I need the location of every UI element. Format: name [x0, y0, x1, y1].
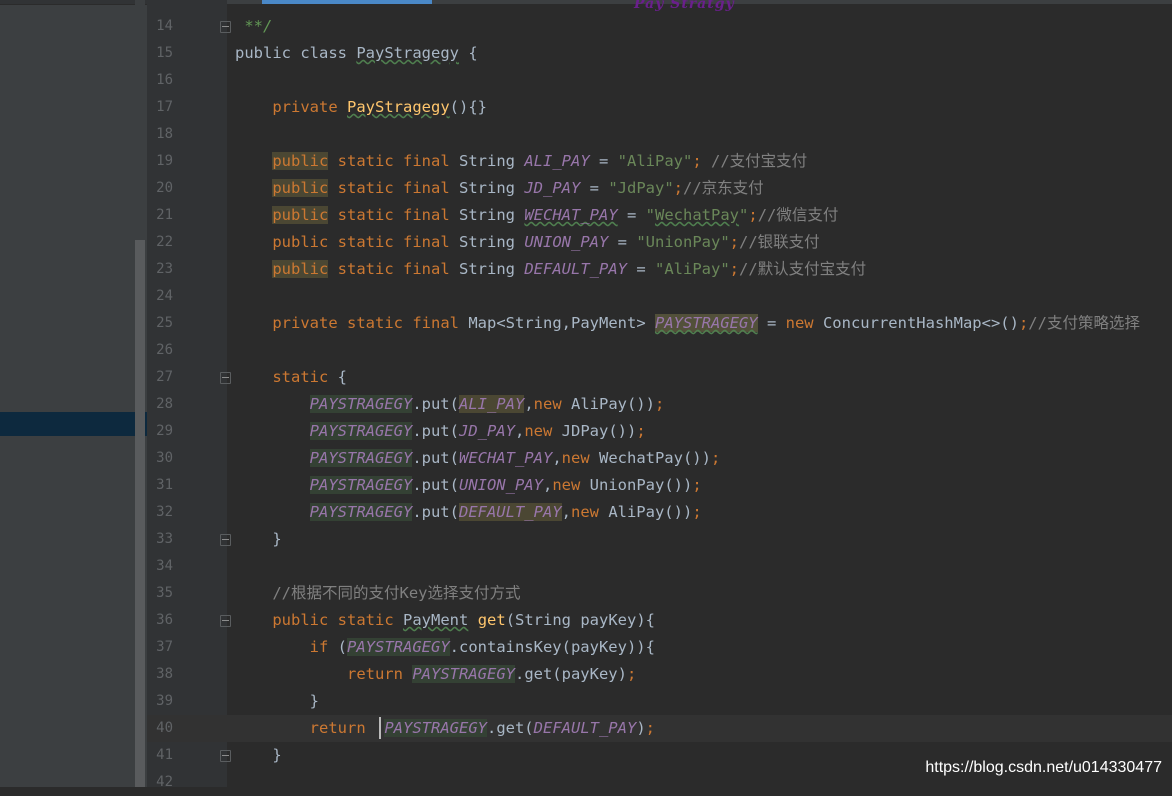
line-number: 28	[156, 396, 173, 412]
code-line[interactable]: 15 public class PayStragegy {	[147, 40, 1172, 67]
code-text: public static PayMent get(String payKey)…	[272, 611, 655, 629]
code-text: static {	[272, 368, 347, 386]
code-text: //根据不同的支付Key选择支付方式	[272, 584, 521, 602]
code-line[interactable]: 16	[147, 67, 1172, 94]
line-number: 25	[156, 315, 173, 331]
logo-watermark: Pay Stratgy	[634, 0, 735, 12]
code-line[interactable]: 27 static {	[147, 364, 1172, 391]
fold-marker-icon[interactable]	[220, 615, 231, 627]
code-text: public static final String DEFAULT_PAY =…	[272, 260, 867, 278]
code-text: private static final Map<String,PayMent>…	[272, 314, 1140, 332]
active-tab-indicator[interactable]	[262, 0, 432, 4]
code-line[interactable]: 22 public static final String UNION_PAY …	[147, 229, 1172, 256]
line-number: 24	[156, 288, 173, 304]
code-text: public static final String JD_PAY = "JdP…	[272, 179, 764, 197]
code-line[interactable]: 21 public static final String WECHAT_PAY…	[147, 202, 1172, 229]
code-line[interactable]: 40 return PAYSTRAGEGY.get(DEFAULT_PAY);	[147, 715, 1172, 742]
line-number: 37	[156, 639, 173, 655]
line-number: 36	[156, 612, 173, 628]
code-text: public static final String ALI_PAY = "Al…	[272, 152, 808, 170]
code-line[interactable]: 37 if (PAYSTRAGEGY.containsKey(payKey)){	[147, 634, 1172, 661]
line-number: 41	[156, 747, 173, 763]
code-text: PAYSTRAGEGY.put(JD_PAY,new JDPay());	[309, 422, 646, 440]
sidebar-selected-item[interactable]	[0, 412, 147, 436]
code-line[interactable]: 20 public static final String JD_PAY = "…	[147, 175, 1172, 202]
code-line[interactable]: 33 }	[147, 526, 1172, 553]
line-number: 23	[156, 261, 173, 277]
code-line[interactable]: 25 private static final Map<String,PayMe…	[147, 310, 1172, 337]
line-number: 33	[156, 531, 173, 547]
line-number: 19	[156, 153, 173, 169]
code-text: **/	[235, 17, 273, 35]
line-number: 31	[156, 477, 173, 493]
line-number: 20	[156, 180, 173, 196]
line-number: 35	[156, 585, 173, 601]
code-line[interactable]: 38 return PAYSTRAGEGY.get(payKey);	[147, 661, 1172, 688]
code-text: PAYSTRAGEGY.put(UNION_PAY,new UnionPay()…	[309, 476, 702, 494]
code-line[interactable]: 35 //根据不同的支付Key选择支付方式	[147, 580, 1172, 607]
code-text: if (PAYSTRAGEGY.containsKey(payKey)){	[309, 638, 655, 656]
code-text: }	[235, 746, 282, 764]
code-text: }	[235, 530, 282, 548]
code-line[interactable]: 29 PAYSTRAGEGY.put(JD_PAY,new JDPay());	[147, 418, 1172, 445]
line-number: 16	[156, 72, 173, 88]
line-number: 30	[156, 450, 173, 466]
code-text: PAYSTRAGEGY.put(ALI_PAY,new AliPay());	[309, 395, 665, 413]
project-sidebar	[0, 0, 147, 787]
code-line[interactable]: 28 PAYSTRAGEGY.put(ALI_PAY,new AliPay())…	[147, 391, 1172, 418]
line-number: 42	[156, 774, 173, 790]
code-line[interactable]: 39 }	[147, 688, 1172, 715]
fold-marker-icon[interactable]	[220, 750, 231, 762]
code-text: public class PayStragegy {	[235, 44, 478, 62]
code-text: PAYSTRAGEGY.put(WECHAT_PAY,new WechatPay…	[309, 449, 721, 467]
line-number: 27	[156, 369, 173, 385]
code-line[interactable]: 24	[147, 283, 1172, 310]
line-number: 26	[156, 342, 173, 358]
code-line[interactable]: 36 public static PayMent get(String payK…	[147, 607, 1172, 634]
code-text: }	[235, 692, 319, 710]
code-line[interactable]: 19 public static final String ALI_PAY = …	[147, 148, 1172, 175]
code-text: return PAYSTRAGEGY.get(DEFAULT_PAY);	[309, 719, 655, 737]
text-caret	[379, 717, 381, 739]
sidebar-scrollbar-thumb[interactable]	[135, 240, 145, 787]
code-line[interactable]: 31 PAYSTRAGEGY.put(UNION_PAY,new UnionPa…	[147, 472, 1172, 499]
watermark-url: https://blog.csdn.net/u014330477	[925, 759, 1162, 776]
line-number: 18	[156, 126, 173, 142]
line-number: 22	[156, 234, 173, 250]
fold-marker-icon[interactable]	[220, 534, 231, 546]
code-line[interactable]: 26	[147, 337, 1172, 364]
code-line[interactable]: 14 **/	[147, 13, 1172, 40]
line-number: 17	[156, 99, 173, 115]
line-number: 21	[156, 207, 173, 223]
line-number: 32	[156, 504, 173, 520]
code-line[interactable]: 30 PAYSTRAGEGY.put(WECHAT_PAY,new Wechat…	[147, 445, 1172, 472]
line-number: 15	[156, 45, 173, 61]
line-number: 34	[156, 558, 173, 574]
code-text: public static final String WECHAT_PAY = …	[272, 206, 839, 224]
line-number: 29	[156, 423, 173, 439]
code-line[interactable]: 32 PAYSTRAGEGY.put(DEFAULT_PAY,new AliPa…	[147, 499, 1172, 526]
code-line[interactable]: 23 public static final String DEFAULT_PA…	[147, 256, 1172, 283]
line-number: 38	[156, 666, 173, 682]
fold-marker-icon[interactable]	[220, 21, 231, 33]
line-number: 14	[156, 18, 173, 34]
line-number: 40	[156, 720, 173, 736]
fold-marker-icon[interactable]	[220, 372, 231, 384]
sidebar-top-strip	[0, 0, 147, 5]
line-number: 39	[156, 693, 173, 709]
code-text: return PAYSTRAGEGY.get(payKey);	[346, 665, 637, 683]
code-text: PAYSTRAGEGY.put(DEFAULT_PAY,new AliPay()…	[309, 503, 702, 521]
code-line[interactable]: 34	[147, 553, 1172, 580]
code-text: public static final String UNION_PAY = "…	[272, 233, 820, 251]
code-line[interactable]: 18	[147, 121, 1172, 148]
code-line[interactable]: 17 private PayStragegy(){}	[147, 94, 1172, 121]
code-text: private PayStragegy(){}	[272, 98, 487, 116]
